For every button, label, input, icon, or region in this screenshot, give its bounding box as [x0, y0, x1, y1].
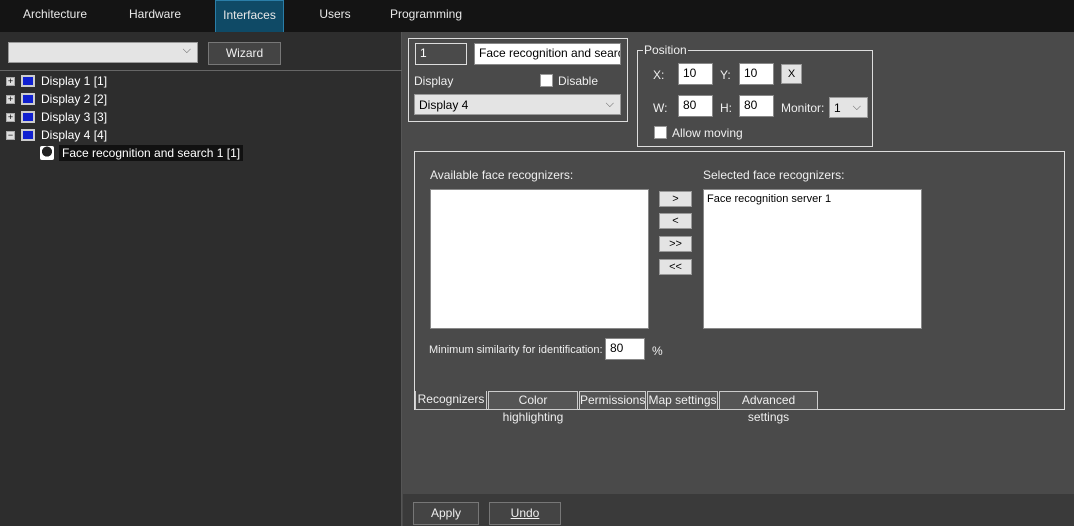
disable-checkbox[interactable]	[540, 74, 553, 87]
chevron-down-icon: ⌵	[852, 101, 861, 113]
expand-icon[interactable]: +	[6, 76, 15, 86]
display-select[interactable]: Display 4 ⌵	[414, 94, 621, 115]
monitor-value: 1	[834, 101, 841, 115]
h-field[interactable]: 80	[739, 95, 774, 117]
w-label: W:	[653, 101, 668, 115]
monitor-select[interactable]: 1 ⌵	[829, 97, 868, 118]
y-label: Y:	[720, 68, 731, 82]
remove-button[interactable]: <	[659, 213, 692, 229]
collapse-icon[interactable]: −	[6, 130, 15, 140]
disable-label: Disable	[558, 74, 599, 88]
wizard-button[interactable]: Wizard	[208, 42, 281, 65]
object-id-field[interactable]: 1	[415, 43, 467, 65]
similarity-label: Minimum similarity for identification:	[429, 344, 603, 356]
expand-icon[interactable]: +	[6, 94, 15, 104]
top-tab-bar: Architecture Hardware Interfaces Users P…	[0, 0, 1074, 32]
percent-label: %	[652, 344, 663, 358]
clear-position-button[interactable]: X	[781, 64, 802, 84]
allow-moving-checkbox[interactable]	[654, 126, 667, 139]
display-value: Display 4	[419, 98, 469, 112]
tab-hardware[interactable]: Hardware	[112, 0, 198, 32]
monitor-label: Monitor:	[781, 101, 825, 115]
tab-color-highlighting[interactable]: Color highlighting	[488, 391, 578, 424]
tree-item-display-1[interactable]: + Display 1 [1]	[6, 72, 107, 90]
object-name-field[interactable]: Face recognition and search 1	[474, 43, 621, 65]
available-label: Available face recognizers:	[430, 168, 574, 182]
add-all-button[interactable]: >>	[659, 236, 692, 252]
remove-all-button[interactable]: <<	[659, 259, 692, 275]
tree-item-label: Display 2 [2]	[41, 92, 108, 106]
tab-recognizers[interactable]: Recognizers	[415, 391, 487, 410]
tab-architecture[interactable]: Architecture	[12, 0, 98, 32]
selected-recognizers-list[interactable]: Face recognition server 1	[703, 189, 922, 329]
tree-item-label: Display 4 [4]	[41, 128, 108, 142]
h-label: H:	[720, 101, 732, 115]
similarity-field[interactable]: 80	[605, 338, 645, 360]
position-title: Position	[643, 43, 688, 57]
tab-map-settings[interactable]: Map settings	[647, 391, 718, 410]
chevron-down-icon: ⌵	[182, 44, 191, 56]
expand-icon[interactable]: +	[6, 112, 15, 122]
tree-item-display-2[interactable]: + Display 2 [2]	[6, 90, 107, 108]
tab-permissions[interactable]: Permissions	[579, 391, 646, 410]
display-label: Display	[414, 74, 454, 88]
tab-advanced-settings[interactable]: Advanced settings	[719, 391, 818, 424]
selected-label: Selected face recognizers:	[703, 168, 845, 182]
divider	[0, 70, 402, 71]
available-recognizers-list[interactable]	[430, 189, 649, 329]
tree-item-label: Face recognition and search 1 [1]	[59, 145, 244, 161]
allow-moving-label: Allow moving	[672, 126, 743, 140]
tree-item-label: Display 1 [1]	[41, 74, 108, 88]
x-label: X:	[653, 68, 665, 82]
tree-item-label: Display 3 [3]	[41, 110, 108, 124]
tree-item-face-recognition[interactable]: Face recognition and search 1 [1]	[40, 144, 244, 162]
add-button[interactable]: >	[659, 191, 692, 207]
monitor-icon	[21, 111, 35, 123]
list-item[interactable]: Face recognition server 1	[707, 193, 918, 205]
x-field[interactable]: 10	[678, 63, 713, 85]
undo-button[interactable]: Undo	[489, 502, 561, 525]
chevron-down-icon: ⌵	[605, 98, 614, 110]
tab-users[interactable]: Users	[300, 0, 370, 32]
monitor-icon	[21, 129, 35, 141]
footer-bar: Apply Undo	[403, 494, 1074, 526]
monitor-icon	[21, 93, 35, 105]
tree-item-display-4[interactable]: − Display 4 [4]	[6, 126, 107, 144]
tab-programming[interactable]: Programming	[386, 0, 466, 32]
tab-interfaces[interactable]: Interfaces	[215, 0, 284, 32]
tree-item-display-3[interactable]: + Display 3 [3]	[6, 108, 107, 126]
y-field[interactable]: 10	[739, 63, 774, 85]
face-icon	[40, 146, 54, 160]
apply-button[interactable]: Apply	[413, 502, 479, 525]
object-filter-select[interactable]: ⌵	[8, 42, 198, 63]
monitor-icon	[21, 75, 35, 87]
w-field[interactable]: 80	[678, 95, 713, 117]
object-tree-panel: ⌵ Wizard + Display 1 [1] + Display 2 [2] +…	[0, 32, 402, 526]
